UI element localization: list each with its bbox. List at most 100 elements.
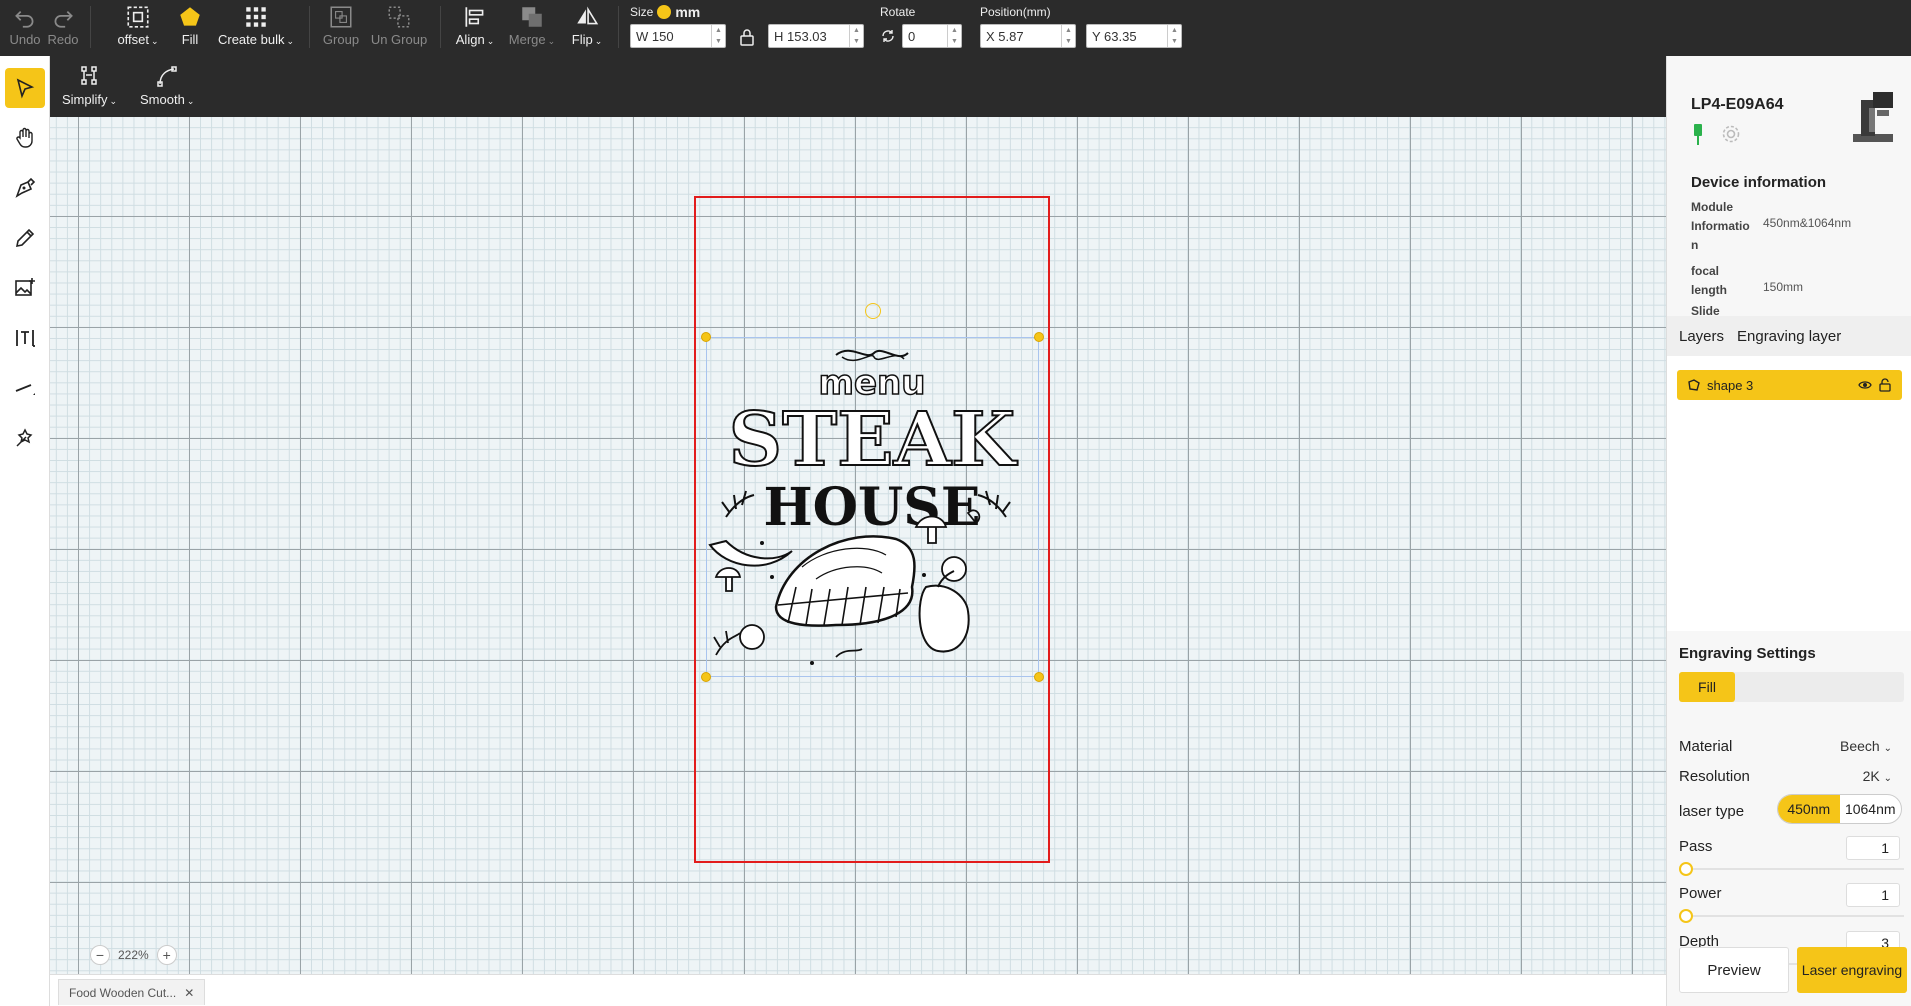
file-tab-label: Food Wooden Cut...: [69, 985, 177, 1000]
grid-icon: [246, 7, 266, 27]
pencil-tool[interactable]: [5, 218, 45, 258]
module-value: 450nm&1064nm: [1763, 216, 1852, 230]
image-add-icon: [15, 278, 35, 296]
material-value: Beech: [1840, 738, 1880, 754]
rotate-spinner[interactable]: ▲ ▼: [947, 25, 961, 47]
image-tool[interactable]: [5, 268, 45, 308]
width-input[interactable]: W 150 ▲ ▼: [630, 24, 726, 48]
shape-icon: [1688, 379, 1700, 391]
laser-450-option[interactable]: 450nm: [1778, 795, 1840, 823]
resolution-select[interactable]: 2K ⌄: [1863, 768, 1892, 784]
chevron-down-icon: ⌄: [594, 36, 603, 46]
height-spinner[interactable]: ▲ ▼: [849, 25, 863, 47]
undo-label: Undo: [9, 32, 41, 47]
line-tool[interactable]: [5, 368, 45, 408]
align-left-icon: [465, 7, 484, 27]
rotate-icon: [882, 30, 894, 42]
file-tab-bar: Food Wooden Cut... ✕: [50, 974, 1666, 1006]
merge-button[interactable]: Merge ⌄: [506, 4, 558, 52]
resolution-value: 2K: [1862, 768, 1880, 784]
create-bulk-button[interactable]: Create bulk ⌄: [216, 4, 296, 52]
mode-fill[interactable]: Fill: [1679, 672, 1735, 702]
zoom-out-button[interactable]: −: [90, 945, 110, 965]
size-unit: mm: [675, 4, 701, 20]
smooth-label: Smooth: [140, 92, 185, 107]
fill-button[interactable]: Fill: [174, 4, 206, 52]
width-spinner[interactable]: ▲ ▼: [711, 25, 725, 47]
group-button[interactable]: Group: [321, 4, 361, 52]
material-select[interactable]: Beech ⌄: [1840, 738, 1892, 754]
redo-icon: [54, 10, 73, 28]
file-tab[interactable]: Food Wooden Cut... ✕: [58, 979, 206, 1005]
y-spinner[interactable]: ▲ ▼: [1167, 25, 1181, 47]
layer-item[interactable]: shape 3: [1677, 370, 1902, 400]
pen-tool[interactable]: [5, 168, 45, 208]
unlock-icon[interactable]: [1878, 378, 1892, 392]
power-slider[interactable]: [1679, 909, 1904, 923]
unit-toggle-icon[interactable]: [657, 5, 672, 19]
align-button[interactable]: Align ⌄: [452, 4, 498, 52]
power-input[interactable]: 1: [1846, 883, 1900, 907]
artwork-steak-text: STEAK: [729, 397, 1018, 483]
engraving-settings-title: Engraving Settings: [1679, 645, 1816, 662]
height-input[interactable]: H 153.03 ▲ ▼: [768, 24, 864, 48]
undo-icon: [15, 10, 34, 28]
preview-button[interactable]: Preview: [1679, 947, 1789, 993]
rotate-label: Rotate: [880, 5, 916, 19]
text-tool[interactable]: [5, 318, 45, 358]
lock-icon[interactable]: [739, 28, 755, 46]
align-label: Align: [455, 32, 485, 47]
laser-type-label: laser type: [1679, 803, 1745, 820]
simplify-button[interactable]: Simplify ⌄: [62, 64, 117, 107]
design-canvas[interactable]: menu STEAK HOUSE − 222% +: [50, 117, 1666, 974]
ungroup-button[interactable]: Un Group: [370, 4, 428, 52]
divider: [309, 6, 310, 48]
ungroup-label: Un Group: [370, 32, 428, 47]
laser-engraving-button[interactable]: Laser engraving: [1797, 947, 1907, 993]
connection-status-icon: [1694, 124, 1702, 145]
x-spinner[interactable]: ▲ ▼: [1061, 25, 1075, 47]
pass-input[interactable]: 1: [1846, 836, 1900, 860]
close-icon[interactable]: ✕: [184, 986, 194, 1000]
pen-icon: [15, 177, 36, 198]
zoom-level: 222%: [118, 948, 149, 962]
smooth-curve-icon: [157, 66, 177, 87]
module-label: Module Informatio n: [1691, 200, 1750, 252]
merge-label: Merge: [508, 32, 546, 47]
fill-pentagon-icon: [180, 7, 200, 26]
flip-button[interactable]: Flip ⌄: [568, 4, 606, 52]
laser-1064-option[interactable]: 1064nm: [1840, 795, 1902, 823]
smooth-button[interactable]: Smooth ⌄: [140, 64, 194, 107]
tab-layers[interactable]: Layers: [1679, 328, 1724, 345]
magic-tool[interactable]: [5, 418, 45, 458]
redo-button[interactable]: Redo: [46, 4, 80, 52]
rotate-handle[interactable]: [865, 303, 881, 319]
x-input[interactable]: X 5.87 ▲ ▼: [980, 24, 1076, 48]
tab-engraving-layer[interactable]: Engraving layer: [1737, 328, 1841, 345]
group-icon: [330, 6, 352, 28]
layers-list: shape 3: [1667, 356, 1911, 631]
chevron-down-icon: ⌄: [547, 36, 556, 46]
undo-button[interactable]: Undo: [8, 4, 42, 52]
path-toolbar: Simplify ⌄ Smooth ⌄: [50, 56, 1666, 117]
eye-icon[interactable]: [1858, 378, 1872, 392]
flip-icon: [577, 6, 599, 25]
settings-gear-icon[interactable]: [1721, 124, 1741, 144]
rotate-input[interactable]: 0 ▲ ▼: [902, 24, 962, 48]
power-slider-thumb[interactable]: [1679, 909, 1693, 923]
offset-button[interactable]: offset ⌄: [112, 4, 164, 52]
height-value: H 153.03: [774, 28, 827, 44]
pass-slider[interactable]: [1679, 862, 1904, 876]
panel-tabs: Layers Engraving layer: [1667, 316, 1911, 356]
divider: [618, 6, 619, 48]
steak-house-artwork[interactable]: menu STEAK HOUSE: [706, 337, 1039, 677]
hand-tool[interactable]: [5, 118, 45, 158]
select-tool[interactable]: [5, 68, 45, 108]
pass-slider-thumb[interactable]: [1679, 862, 1693, 876]
zoom-in-button[interactable]: +: [156, 945, 177, 965]
simplify-icon: [80, 66, 97, 85]
y-input[interactable]: Y 63.35 ▲ ▼: [1086, 24, 1182, 48]
position-label: Position(mm): [980, 5, 1051, 19]
artwork-house-text: HOUSE: [764, 477, 981, 538]
resolution-label: Resolution: [1679, 768, 1750, 785]
